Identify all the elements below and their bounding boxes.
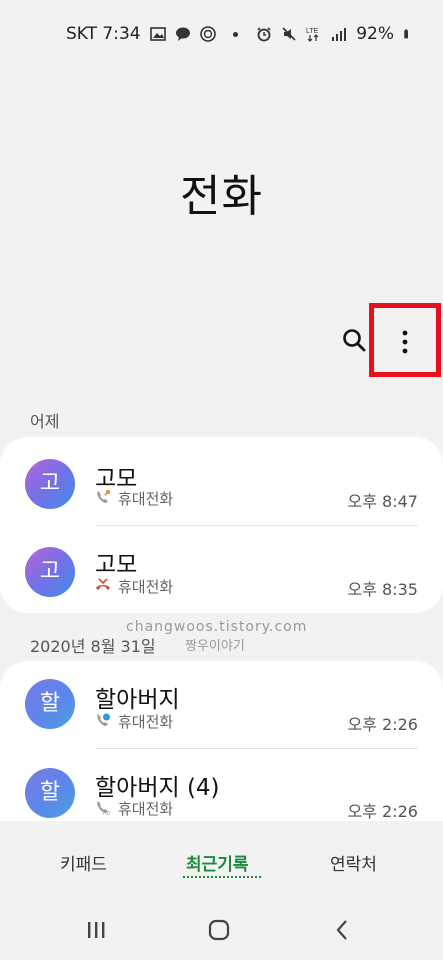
call-type: 휴대전화 [118, 578, 174, 596]
svg-text:HD: HD [103, 811, 111, 815]
section-label: 2020년 8월 31일 [30, 637, 156, 656]
call-time: 오후 2:26 [347, 802, 418, 821]
status-left: SKT 7:34 [66, 24, 238, 44]
battery-percent: 92% [356, 24, 394, 44]
call-type: 휴대전화 [118, 713, 174, 731]
avatar: 고 [25, 459, 75, 509]
recent-apps-icon[interactable] [86, 920, 106, 940]
missed-call-icon [96, 578, 110, 590]
face-icon [199, 26, 216, 42]
alarm-icon [257, 27, 271, 42]
search-icon[interactable] [340, 326, 370, 356]
home-icon[interactable] [208, 919, 230, 941]
section-label: 어제 [30, 412, 60, 431]
call-time: 오후 8:47 [347, 492, 418, 511]
avatar: 할 [25, 768, 75, 818]
avatar: 고 [25, 547, 75, 597]
call-time: 오후 8:35 [347, 580, 418, 599]
gallery-icon [149, 27, 166, 41]
contact-name: 할아버지 [95, 687, 180, 713]
watermark-sub: 짱우이야기 [185, 639, 245, 654]
avatar: 할 [25, 679, 75, 729]
contact-name: 할아버지 (4) [95, 775, 220, 801]
outgoing-call-icon [97, 490, 110, 503]
mute-icon [282, 27, 296, 41]
back-icon[interactable] [334, 919, 350, 941]
battery-icon [404, 29, 408, 39]
tab-keypad[interactable]: 키패드 [60, 850, 107, 875]
svg-text:LTE: LTE [306, 28, 319, 35]
video-call-icon [97, 713, 110, 726]
call-time: 오후 2:26 [347, 715, 418, 734]
tab-contacts[interactable]: 연락처 [330, 850, 377, 875]
bottom-tab-bar: 키패드 최근기록 연락처 [0, 820, 443, 880]
call-log-card: 할 할아버지 휴대전화 오후 2:26 할 할아버지 (4) HD 휴대전화 오… [0, 661, 443, 821]
more-options-icon[interactable] [398, 329, 412, 355]
notification-dot-icon [232, 31, 238, 37]
status-right: LTE 92% [256, 24, 413, 44]
call-log-row[interactable]: 고 고모 휴대전화 오후 8:47 [0, 437, 443, 527]
system-nav-bar [0, 900, 443, 960]
call-log-row[interactable]: 고 고모 휴대전화 오후 8:35 [0, 525, 443, 615]
call-type: 휴대전화 [118, 490, 174, 508]
contact-name: 고모 [95, 552, 138, 578]
call-type: 휴대전화 [118, 800, 174, 818]
active-tab-indicator [183, 876, 261, 878]
call-log-row[interactable]: 할 할아버지 휴대전화 오후 2:26 [0, 661, 443, 751]
page-title: 전화 [180, 171, 263, 222]
status-bar: SKT 7:34 LTE 92% [0, 0, 443, 68]
tab-recents[interactable]: 최근기록 [186, 850, 249, 875]
hd-call-icon: HD [97, 801, 111, 815]
talk-icon [175, 27, 190, 41]
signal-icon [332, 28, 347, 41]
call-log-card: 고 고모 휴대전화 오후 8:47 고 고모 휴대전화 오후 8:35 [0, 437, 443, 613]
lte-icon: LTE [306, 28, 319, 42]
carrier-time: SKT 7:34 [66, 24, 141, 44]
